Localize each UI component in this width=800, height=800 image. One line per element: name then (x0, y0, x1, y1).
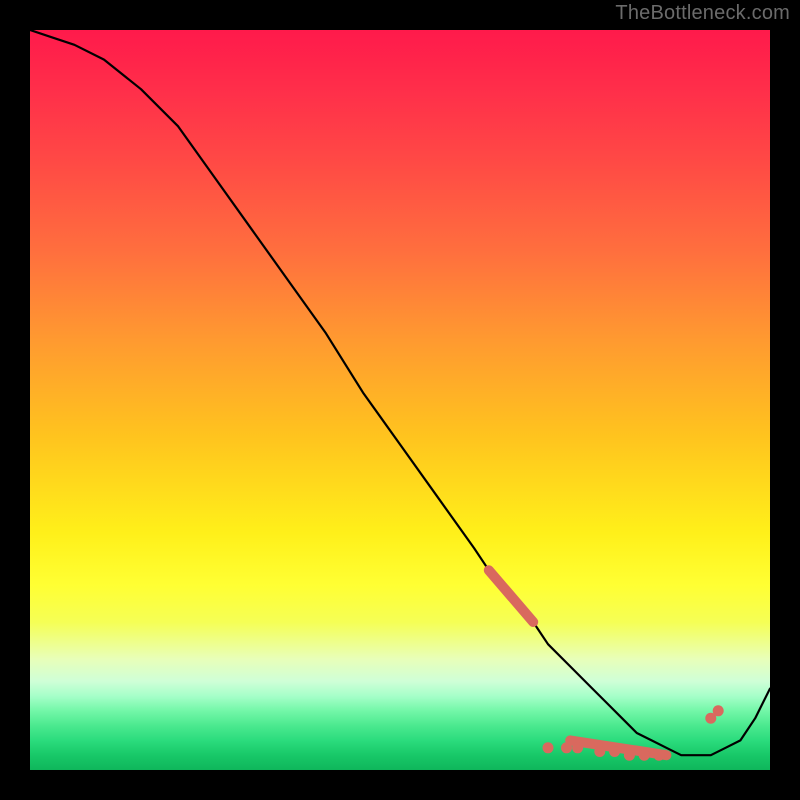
marker-segments (489, 570, 667, 755)
marker-dot (624, 750, 635, 761)
marker-dot (713, 705, 724, 716)
marker-dot (561, 742, 572, 753)
bottleneck-curve (30, 30, 770, 755)
marker-segment (489, 570, 533, 622)
marker-dots (543, 705, 724, 760)
marker-dot (594, 746, 605, 757)
marker-dot (543, 742, 554, 753)
marker-dot (572, 742, 583, 753)
marker-dot (639, 750, 650, 761)
marker-dot (654, 750, 665, 761)
marker-dot (609, 746, 620, 757)
chart-stage: TheBottleneck.com (0, 0, 800, 800)
attribution-text: TheBottleneck.com (615, 2, 790, 25)
curve-svg (30, 30, 770, 770)
plot-area (30, 30, 770, 770)
